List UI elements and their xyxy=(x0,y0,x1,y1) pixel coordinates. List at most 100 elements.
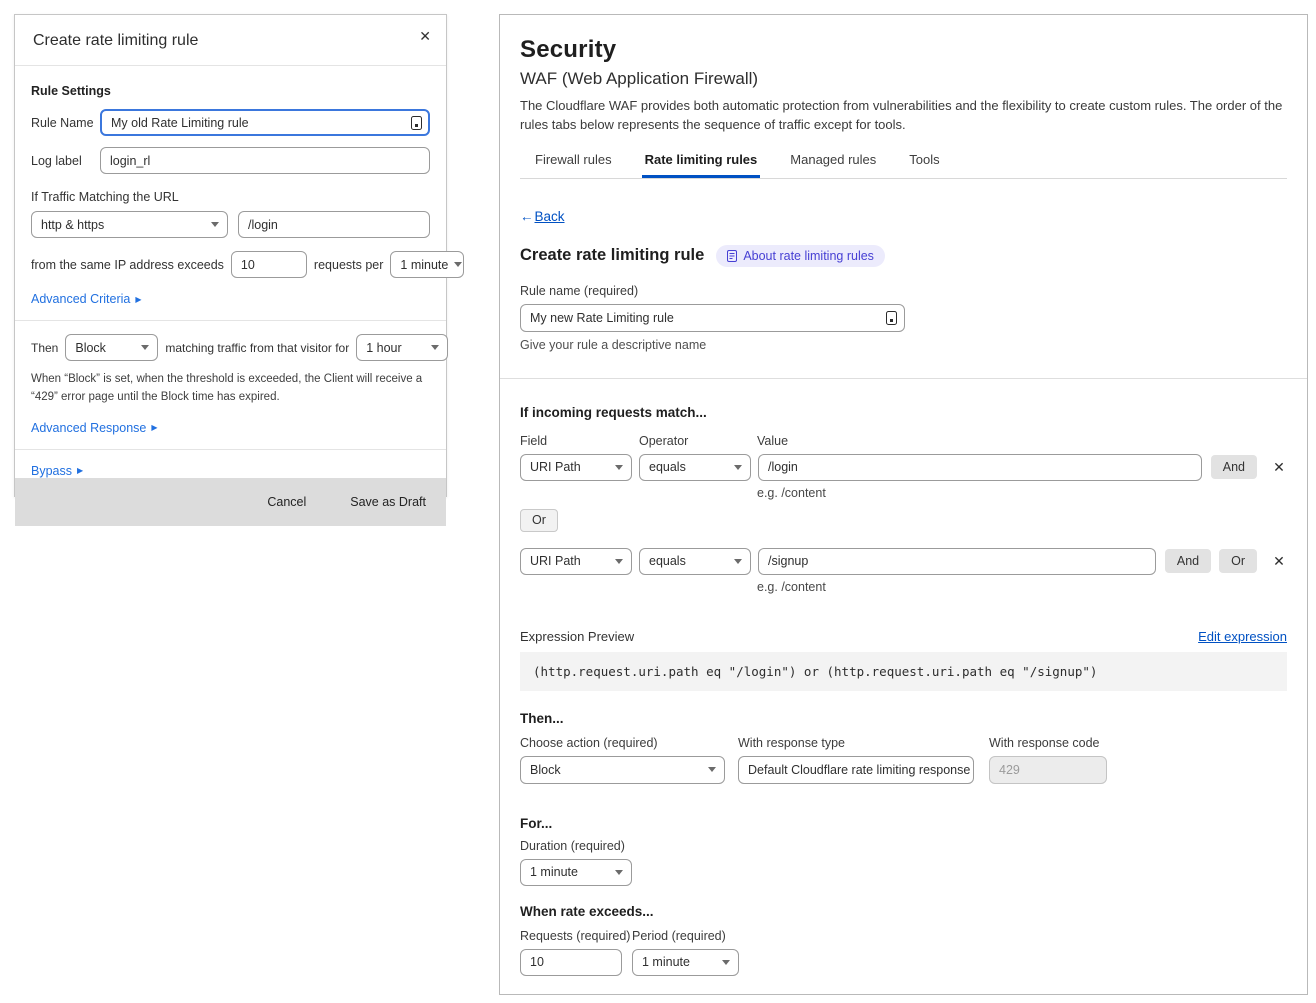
then-label: Then xyxy=(31,341,58,355)
rule-name-input[interactable] xyxy=(100,109,430,136)
for-section-title: For... xyxy=(520,816,1287,831)
legacy-rate-limiting-dialog: Create rate limiting rule ✕ Rule Setting… xyxy=(14,14,447,497)
duration-select[interactable]: 1 minute xyxy=(520,859,632,886)
period-select[interactable]: 1 minute xyxy=(632,949,739,976)
matching-traffic-label: matching traffic from that visitor for xyxy=(165,341,349,355)
tab-firewall-rules[interactable]: Firewall rules xyxy=(532,148,615,178)
divider xyxy=(15,449,446,450)
chevron-down-icon xyxy=(734,465,742,470)
action-select[interactable]: Block xyxy=(520,756,725,784)
period-label: Period (required) xyxy=(632,929,726,943)
requests-input[interactable] xyxy=(520,949,622,976)
traffic-matching-label: If Traffic Matching the URL xyxy=(31,190,430,204)
expression-preview-label: Expression Preview xyxy=(520,629,634,644)
rule-name-input[interactable] xyxy=(520,304,905,332)
ban-duration-select[interactable]: 1 hour xyxy=(356,334,448,361)
expression-code: (http.request.uri.path eq "/login") or (… xyxy=(520,652,1287,691)
field-label: Field xyxy=(520,434,639,448)
page-subtitle: WAF (Web Application Firewall) xyxy=(520,69,1287,89)
value-input[interactable] xyxy=(758,548,1156,575)
field-select[interactable]: URI Path xyxy=(520,454,632,481)
value-hint: e.g. /content xyxy=(757,580,1287,594)
caret-right-icon: ▶ xyxy=(135,295,141,304)
remove-condition-icon[interactable]: ✕ xyxy=(1271,553,1287,570)
advanced-criteria-link[interactable]: Advanced Criteria xyxy=(31,292,130,306)
choose-action-label: Choose action (required) xyxy=(520,736,738,750)
rule-settings-heading: Rule Settings xyxy=(31,84,430,98)
match-section-title: If incoming requests match... xyxy=(520,405,1287,420)
chevron-down-icon xyxy=(722,960,730,965)
divider xyxy=(15,320,446,321)
save-as-draft-button[interactable]: Save as Draft xyxy=(350,495,426,509)
back-link[interactable]: ←Back xyxy=(520,209,565,224)
requests-per-label: requests per xyxy=(314,258,383,272)
chevron-down-icon xyxy=(708,767,716,772)
doc-icon xyxy=(727,250,737,262)
form-title: Create rate limiting rule xyxy=(520,246,704,265)
edit-expression-link[interactable]: Edit expression xyxy=(1198,629,1287,644)
caret-right-icon: ▶ xyxy=(77,466,83,475)
arrow-left-icon: ← xyxy=(520,209,534,224)
block-note: When “Block” is set, when the threshold … xyxy=(31,371,430,407)
advanced-response-link[interactable]: Advanced Response xyxy=(31,421,146,435)
bypass-link[interactable]: Bypass xyxy=(31,464,72,478)
value-input[interactable] xyxy=(758,454,1202,481)
or-button[interactable]: Or xyxy=(520,509,558,532)
page-title: Security xyxy=(520,36,1287,64)
close-icon[interactable]: ✕ xyxy=(419,28,431,45)
duration-label: Duration (required) xyxy=(520,839,1287,853)
action-select[interactable]: Block xyxy=(65,334,158,361)
scheme-select[interactable]: http & https xyxy=(31,211,228,238)
rule-name-label: Rule Name xyxy=(31,116,100,130)
response-type-label: With response type xyxy=(738,736,989,750)
operator-select[interactable]: equals xyxy=(639,548,751,575)
exceeds-label: from the same IP address exceeds xyxy=(31,258,224,272)
requests-input[interactable] xyxy=(231,251,307,278)
then-section-title: Then... xyxy=(520,711,1287,726)
cancel-button[interactable]: Cancel xyxy=(267,495,306,509)
rule-name-help: Give your rule a descriptive name xyxy=(520,338,1287,352)
dialog-title: Create rate limiting rule xyxy=(33,32,198,49)
chevron-down-icon xyxy=(615,465,623,470)
caret-right-icon: ▶ xyxy=(151,423,157,432)
security-waf-panel: Security WAF (Web Application Firewall) … xyxy=(499,14,1308,995)
value-label: Value xyxy=(757,434,788,448)
remove-condition-icon[interactable]: ✕ xyxy=(1271,459,1287,476)
response-type-select[interactable]: Default Cloudflare rate limiting respons… xyxy=(738,756,974,784)
chevron-down-icon xyxy=(454,262,462,267)
rate-section-title: When rate exceeds... xyxy=(520,904,1287,919)
requests-label: Requests (required) xyxy=(520,929,632,943)
page-description: The Cloudflare WAF provides both automat… xyxy=(520,97,1287,135)
log-label-label: Log label xyxy=(31,154,100,168)
log-label-input[interactable] xyxy=(100,147,430,174)
divider xyxy=(500,378,1307,379)
tab-managed-rules[interactable]: Managed rules xyxy=(787,148,879,178)
chevron-down-icon xyxy=(211,222,219,227)
chevron-down-icon xyxy=(431,345,439,350)
rule-name-label: Rule name (required) xyxy=(520,284,1287,298)
and-button[interactable]: And xyxy=(1211,455,1257,479)
operator-select[interactable]: equals xyxy=(639,454,751,481)
url-input[interactable] xyxy=(238,211,430,238)
dialog-footer: Cancel Save as Draft xyxy=(15,478,446,526)
dialog-header: Create rate limiting rule ✕ xyxy=(15,15,446,66)
chevron-down-icon xyxy=(615,870,623,875)
about-rate-limiting-badge[interactable]: About rate limiting rules xyxy=(716,245,885,267)
chevron-down-icon xyxy=(615,559,623,564)
or-button[interactable]: Or xyxy=(1219,549,1257,573)
response-code-label: With response code xyxy=(989,736,1099,750)
autofill-icon xyxy=(411,116,422,130)
condition-row: URI Path equals And ✕ xyxy=(520,454,1287,481)
value-hint: e.g. /content xyxy=(757,486,1287,500)
tab-tools[interactable]: Tools xyxy=(906,148,942,178)
autofill-icon xyxy=(886,311,897,325)
operator-label: Operator xyxy=(639,434,757,448)
condition-row: URI Path equals And Or ✕ xyxy=(520,548,1287,575)
field-select[interactable]: URI Path xyxy=(520,548,632,575)
period-select[interactable]: 1 minute xyxy=(390,251,464,278)
chevron-down-icon xyxy=(734,559,742,564)
tab-rate-limiting-rules[interactable]: Rate limiting rules xyxy=(642,148,761,178)
and-button[interactable]: And xyxy=(1165,549,1211,573)
waf-tabs: Firewall rules Rate limiting rules Manag… xyxy=(520,148,1287,179)
response-code-input xyxy=(989,756,1107,784)
